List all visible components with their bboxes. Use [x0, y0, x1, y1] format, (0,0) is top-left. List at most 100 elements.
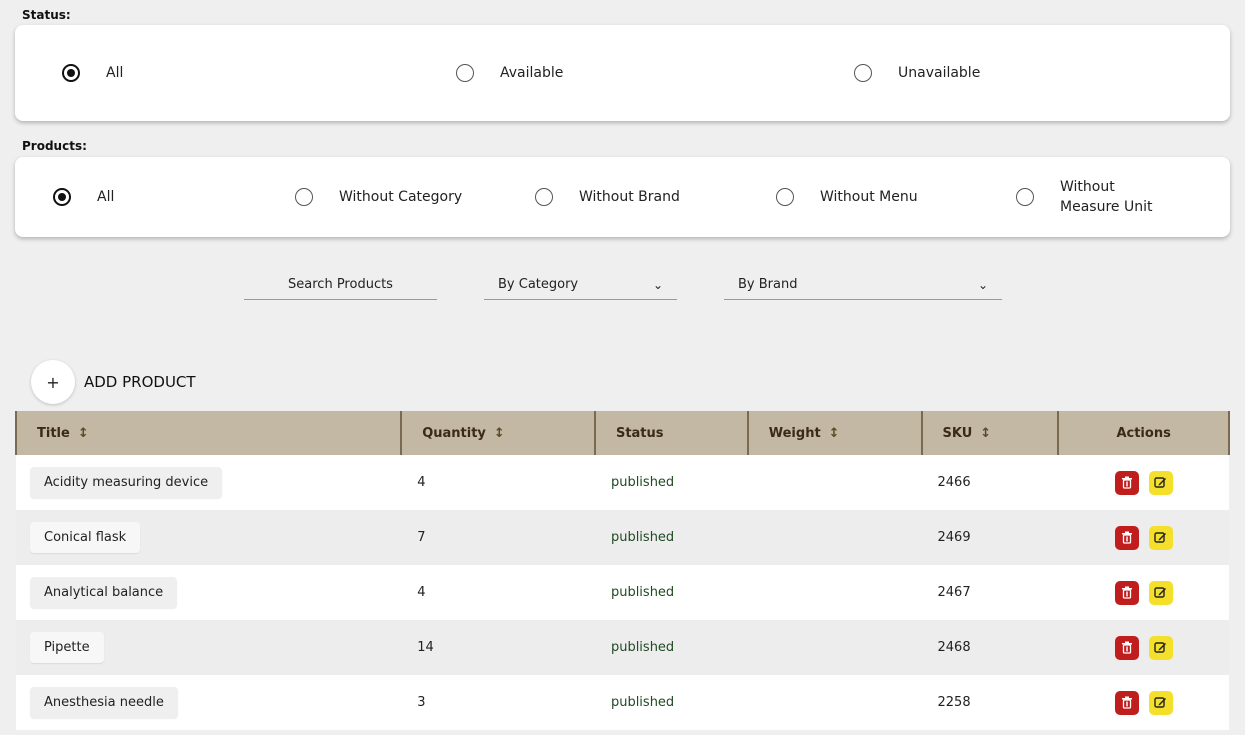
product-sku: 2468 — [937, 640, 971, 655]
products-without-menu-radio[interactable] — [776, 188, 794, 206]
product-sku: 2466 — [937, 475, 971, 490]
status-unavailable-label: Unavailable — [898, 65, 981, 81]
add-product-label[interactable]: ADD PRODUCT — [84, 373, 196, 391]
sort-icon[interactable]: ↕ — [980, 426, 991, 441]
status-available-option[interactable]: Available — [456, 63, 563, 83]
edit-button[interactable] — [1148, 580, 1173, 605]
edit-button[interactable] — [1148, 470, 1173, 495]
products-without-brand-radio[interactable] — [535, 188, 553, 206]
edit-button[interactable] — [1148, 690, 1173, 715]
product-sku: 2469 — [937, 530, 971, 545]
product-weight — [748, 510, 922, 565]
status-available-label: Available — [500, 65, 564, 81]
sort-icon[interactable]: ↕ — [494, 426, 505, 441]
product-status: published — [610, 585, 675, 600]
products-without-measure-unit-radio[interactable] — [1016, 188, 1034, 206]
product-sku: 2258 — [937, 695, 971, 710]
products-table: Title ↕ Quantity ↕ Status Weight ↕ SKU ↕ Act… — [14, 411, 1230, 730]
products-all-radio[interactable] — [53, 188, 71, 206]
products-without-menu-option[interactable]: Without Menu — [776, 187, 918, 207]
product-quantity: 4 — [417, 585, 426, 600]
delete-button[interactable] — [1114, 525, 1139, 550]
plus-icon: + — [46, 372, 60, 392]
column-header-weight-label: Weight — [768, 425, 821, 441]
delete-button[interactable] — [1114, 470, 1139, 495]
edit-icon — [1154, 587, 1167, 598]
product-status: published — [610, 475, 675, 490]
edit-icon — [1154, 642, 1167, 653]
sort-icon[interactable]: ↕ — [78, 426, 89, 441]
add-product-button[interactable]: + — [31, 360, 75, 404]
brand-select-value: By Brand — [738, 277, 798, 292]
category-select-value: By Category — [498, 277, 579, 292]
status-all-option[interactable]: All — [62, 63, 123, 83]
row-actions — [1058, 565, 1229, 620]
delete-button[interactable] — [1114, 635, 1139, 660]
table-row: Acidity measuring device 4 published 246… — [16, 455, 1229, 510]
product-weight — [748, 675, 922, 730]
column-header-status-label: Status — [615, 425, 664, 441]
table-row: Pipette 14 published 2468 — [16, 620, 1229, 675]
chevron-down-icon: ⌄ — [652, 277, 663, 292]
edit-icon — [1154, 697, 1167, 708]
product-title[interactable]: Conical flask — [30, 522, 141, 553]
products-without-measure-unit-label: Without Measure Unit — [1060, 179, 1153, 215]
chevron-down-icon: ⌄ — [977, 277, 988, 292]
column-header-actions: Actions — [1057, 411, 1230, 455]
column-header-quantity-label: Quantity — [422, 425, 486, 441]
product-weight — [748, 620, 922, 675]
row-actions — [1058, 510, 1229, 565]
status-all-label: All — [106, 65, 124, 81]
trash-icon — [1121, 531, 1132, 544]
products-without-measure-unit-option[interactable]: Without Measure Unit — [1016, 177, 1160, 217]
search-products-input[interactable]: Search Products — [244, 270, 437, 300]
column-header-sku[interactable]: SKU ↕ — [920, 411, 1060, 455]
edit-button[interactable] — [1148, 525, 1173, 550]
column-header-weight[interactable]: Weight ↕ — [746, 411, 923, 455]
product-status: published — [610, 530, 675, 545]
column-header-title-label: Title — [37, 425, 70, 441]
column-header-quantity[interactable]: Quantity ↕ — [400, 411, 596, 455]
category-select[interactable]: By Category ⌄ — [484, 270, 677, 300]
product-title[interactable]: Anesthesia needle — [30, 687, 178, 718]
product-title[interactable]: Analytical balance — [30, 577, 178, 608]
product-quantity: 14 — [417, 640, 434, 655]
edit-icon — [1154, 532, 1167, 543]
product-sku: 2467 — [937, 585, 971, 600]
products-label: Products: — [22, 139, 87, 153]
product-title[interactable]: Acidity measuring device — [30, 467, 223, 498]
sort-icon[interactable]: ↕ — [829, 426, 840, 441]
status-unavailable-radio[interactable] — [854, 64, 872, 82]
products-without-menu-label: Without Menu — [820, 189, 918, 205]
table-header-row: Title ↕ Quantity ↕ Status Weight ↕ SKU ↕ Act… — [14, 411, 1230, 455]
product-status: published — [610, 695, 675, 710]
row-actions — [1058, 620, 1229, 675]
trash-icon — [1121, 696, 1132, 709]
status-all-radio[interactable] — [62, 64, 80, 82]
product-title[interactable]: Pipette — [30, 632, 104, 663]
edit-icon — [1154, 477, 1167, 488]
status-available-radio[interactable] — [456, 64, 474, 82]
brand-select[interactable]: By Brand ⌄ — [724, 270, 1002, 300]
product-weight — [748, 455, 922, 510]
row-actions — [1058, 675, 1229, 730]
delete-button[interactable] — [1114, 690, 1139, 715]
trash-icon — [1121, 586, 1132, 599]
products-filter-card: All Without Category Without Brand Witho… — [15, 157, 1230, 237]
product-quantity: 7 — [417, 530, 426, 545]
products-without-category-radio[interactable] — [295, 188, 313, 206]
products-all-label: All — [97, 189, 115, 205]
table-row: Anesthesia needle 3 published 2258 — [16, 675, 1229, 730]
product-status: published — [610, 640, 675, 655]
column-header-sku-label: SKU — [942, 425, 973, 441]
status-unavailable-option[interactable]: Unavailable — [854, 63, 980, 83]
products-without-brand-option[interactable]: Without Brand — [535, 187, 680, 207]
search-products-placeholder: Search Products — [288, 277, 393, 292]
product-quantity: 4 — [417, 475, 426, 490]
delete-button[interactable] — [1114, 580, 1139, 605]
column-header-actions-label: Actions — [1116, 425, 1171, 441]
products-all-option[interactable]: All — [53, 187, 114, 207]
column-header-title[interactable]: Title ↕ — [14, 411, 403, 455]
edit-button[interactable] — [1148, 635, 1173, 660]
products-without-category-option[interactable]: Without Category — [295, 187, 462, 207]
